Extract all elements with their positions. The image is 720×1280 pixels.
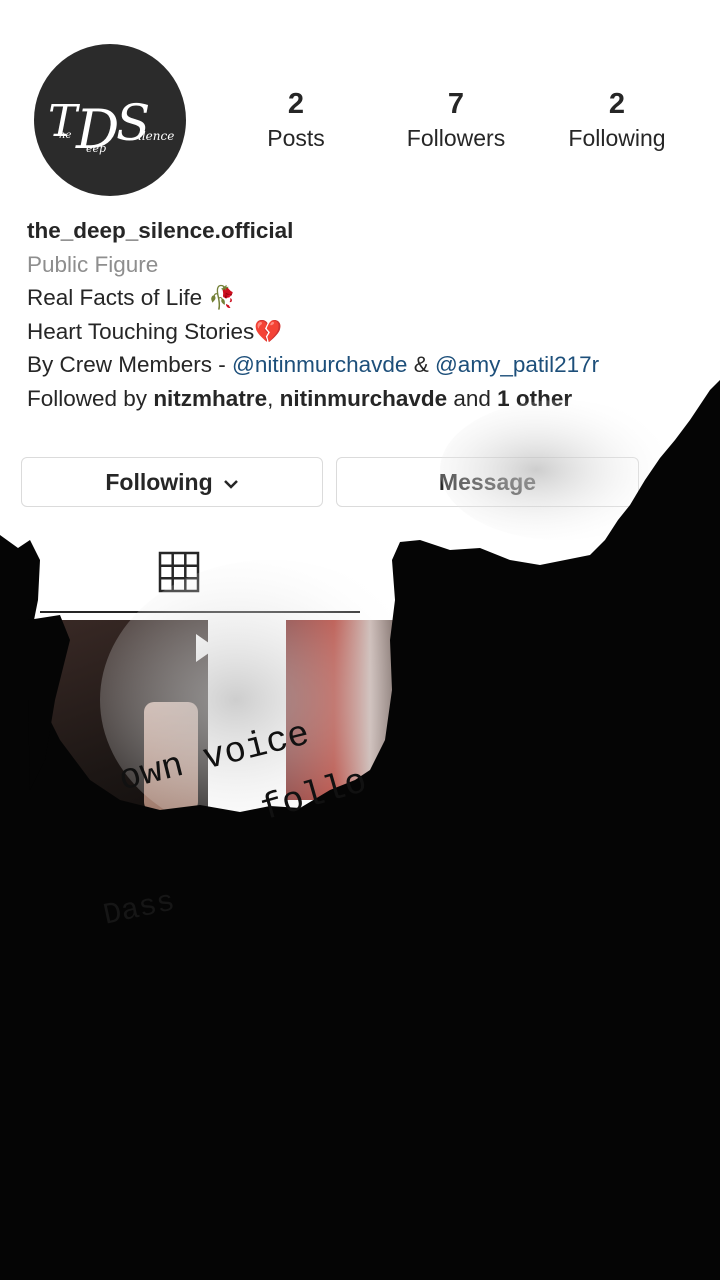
profile-category: Public Figure (27, 251, 159, 277)
posts-label: Posts (267, 125, 325, 151)
following-count: 2 (608, 88, 626, 120)
followed-others: 1 other (497, 385, 573, 411)
overlay-text-3: Dass (100, 885, 178, 934)
following-label: Following (568, 125, 666, 151)
tds-logo: T D S he eep ilence (48, 94, 174, 161)
following-button-label: Following (105, 468, 213, 495)
followers-count: 7 (447, 88, 465, 120)
post-thumbnail-1[interactable] (28, 620, 208, 856)
svg-text:he: he (59, 130, 71, 141)
profile-bio: the_deep_silence.official Public Figure … (27, 214, 707, 415)
stat-posts[interactable]: 2 Posts (221, 86, 371, 154)
posts-count: 2 (287, 88, 305, 120)
followed-sep: , (267, 385, 280, 411)
stat-followers[interactable]: 7 Followers (381, 86, 531, 154)
bio-line-3-mid: & (407, 352, 435, 377)
followers-label: Followers (406, 125, 506, 151)
mention-link-2[interactable]: @amy_patil217r (435, 352, 599, 377)
bio-line-3-prefix: By Crew Members - (27, 352, 233, 377)
followed-user-2: nitinmurchavde (279, 385, 448, 411)
followed-by-line[interactable]: Followed by nitzmhatre, nitinmurchavde a… (27, 382, 707, 416)
bio-line-3: By Crew Members - @nitinmurchavde & @amy… (27, 348, 707, 382)
followed-user-1: nitzmhatre (153, 385, 268, 411)
video-play-icon (196, 634, 208, 662)
bio-line-2: Heart Touching Stories💔 (27, 318, 283, 344)
stat-following[interactable]: 2 Following (542, 86, 692, 154)
profile-avatar[interactable]: T D S he eep ilence (34, 44, 186, 196)
active-tab-indicator (40, 611, 360, 613)
svg-text:S: S (116, 94, 150, 152)
mention-link-1[interactable]: @nitinmurchavde (232, 352, 407, 377)
following-button[interactable]: Following (21, 457, 323, 507)
chevron-down-icon (223, 469, 239, 496)
svg-text:ilence: ilence (138, 129, 174, 143)
message-button[interactable]: Message (336, 457, 639, 507)
followed-prefix: Followed by (27, 385, 154, 411)
svg-text:eep: eep (86, 142, 106, 155)
bio-line-1: Real Facts of Life 🥀 (27, 285, 237, 310)
grid-tab-icon[interactable] (158, 551, 200, 593)
profile-username: the_deep_silence.official (27, 218, 294, 243)
message-button-label: Message (438, 468, 537, 495)
followed-and: and (447, 385, 498, 411)
